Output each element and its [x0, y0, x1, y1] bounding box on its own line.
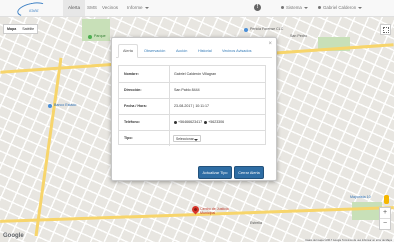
- row-value: San Pablo 8444: [174, 88, 200, 92]
- map-label-pericia: Pericia Forense CLC: [250, 27, 284, 31]
- map-label-san-pedro: San Pedro: [290, 34, 307, 38]
- row-label: Teléfono:: [124, 120, 140, 124]
- place-icon: [244, 28, 248, 32]
- google-logo: Google: [3, 233, 24, 239]
- table-row: Tipo: Seleccionar: [119, 130, 265, 146]
- nav-alerta[interactable]: Alerta: [63, 0, 86, 16]
- bank-icon: [48, 104, 52, 108]
- tipo-select-value: Seleccionar: [176, 137, 194, 141]
- tipo-select[interactable]: Seleccionar: [173, 135, 201, 142]
- row-value: 23-08-2017 | 10:11:17: [174, 104, 210, 108]
- park-icon: [88, 35, 92, 39]
- zoom-control: + −: [379, 207, 391, 230]
- map-label-banco: Banco Estado: [54, 103, 77, 107]
- map-label-estrella: Estrella: [250, 221, 262, 225]
- divider: [169, 66, 170, 82]
- chevron-down-icon: [194, 138, 198, 141]
- nav-informe[interactable]: Informe: [127, 5, 149, 10]
- alert-info-table: Nombre: Gabriel Calderón Villagran Direc…: [118, 65, 266, 146]
- navbar: SMS Alerta SMS Vecinos Informe ! Sistema…: [0, 0, 394, 19]
- table-row: Dirección: San Pablo 8444: [119, 82, 265, 98]
- map-type-mapa[interactable]: Mapa: [4, 25, 19, 33]
- chevron-down-icon: [144, 6, 149, 9]
- park-area: [352, 202, 382, 220]
- user-menu[interactable]: Gabriel Calderon: [318, 5, 363, 10]
- phone-mobile: +56466623417: [178, 120, 203, 124]
- divider: [169, 115, 170, 130]
- map-type-control: Mapa Satélite: [3, 24, 39, 34]
- row-value: Gabriel Calderón Villagran: [174, 72, 217, 76]
- row-label: Tipo:: [124, 136, 133, 140]
- modal-tabs: Alerta Observación Acción Historial Veci…: [116, 42, 272, 58]
- tab-observacion[interactable]: Observación: [144, 45, 165, 57]
- alert-modal: Alerta Observación Acción Historial Veci…: [111, 37, 277, 181]
- table-row: Teléfono: +56466623417 +5623306: [119, 114, 265, 130]
- pegman-icon[interactable]: [384, 195, 389, 204]
- nav-informe-label: Informe: [127, 5, 143, 10]
- gear-icon: [281, 6, 284, 10]
- divider: [169, 131, 170, 146]
- row-label: Nombre:: [124, 72, 139, 76]
- zoom-in-button[interactable]: +: [380, 208, 390, 218]
- zoom-out-button[interactable]: −: [380, 218, 390, 229]
- sistema-label: Sistema: [286, 5, 302, 10]
- alert-icon[interactable]: !: [254, 4, 261, 11]
- chevron-down-icon: [303, 6, 308, 9]
- table-row: Nombre: Gabriel Calderón Villagran: [119, 66, 265, 82]
- divider: [169, 83, 170, 98]
- tab-accion[interactable]: Acción: [176, 45, 187, 57]
- nav-sms[interactable]: SMS: [87, 5, 97, 10]
- close-icon[interactable]: ×: [268, 41, 272, 47]
- phone-home: +5623306: [208, 120, 225, 124]
- tab-historial[interactable]: Historial: [198, 45, 212, 57]
- phone-values: +56466623417 +5623306: [174, 120, 224, 124]
- tab-vecinos-avisados[interactable]: Vecinos Avisados: [222, 45, 251, 57]
- main-road: [34, 57, 63, 237]
- sistema-menu[interactable]: Sistema: [281, 5, 308, 10]
- phone-icon: [174, 120, 177, 124]
- divider: [169, 99, 170, 114]
- map-label-centro: Centro de Justicia Municipal: [200, 207, 229, 215]
- tab-alerta[interactable]: Alerta: [118, 44, 138, 58]
- brand-text: SMS: [29, 8, 39, 13]
- user-name: Gabriel Calderon: [323, 5, 357, 10]
- phone-icon: [204, 120, 208, 124]
- table-row: Fecha / Hora: 23-08-2017 | 10:11:17: [119, 98, 265, 114]
- chevron-down-icon: [358, 6, 363, 9]
- update-type-button[interactable]: Actualizar Tipo: [198, 166, 232, 179]
- map-label-mayorista: Mayorista 10: [350, 195, 371, 199]
- nav-vecinos[interactable]: Vecinos: [102, 5, 118, 10]
- map-label-parque: Parque: [94, 34, 106, 38]
- user-icon: [318, 6, 321, 10]
- row-label: Fecha / Hora:: [124, 104, 147, 108]
- fullscreen-icon[interactable]: [380, 24, 391, 35]
- brand-logo[interactable]: SMS: [3, 0, 61, 19]
- map-type-satelite[interactable]: Satélite: [19, 25, 37, 33]
- row-label: Dirección:: [124, 88, 142, 92]
- close-alert-button[interactable]: Cerrar Alerta: [234, 166, 264, 179]
